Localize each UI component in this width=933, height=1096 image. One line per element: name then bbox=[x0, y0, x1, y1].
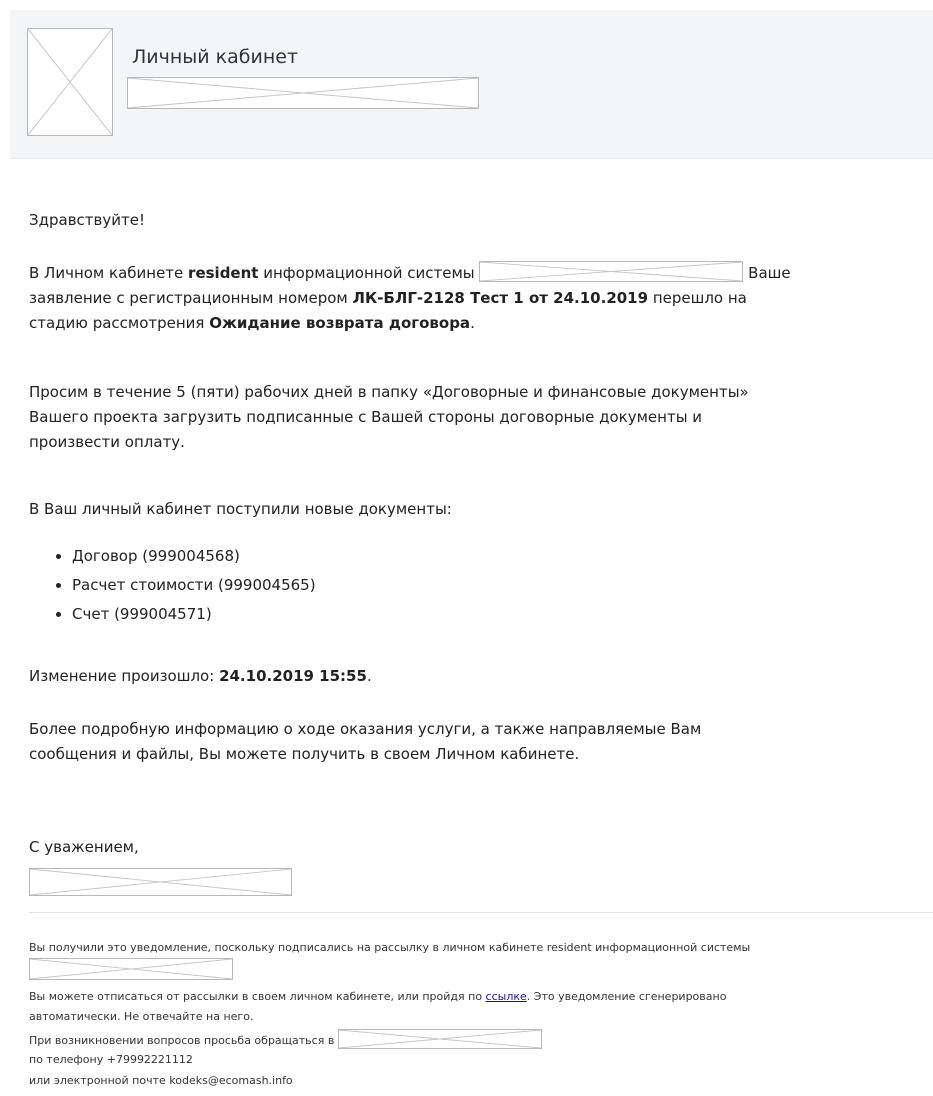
signoff: С уважением, bbox=[29, 838, 139, 856]
signature-image-placeholder bbox=[29, 868, 292, 896]
request-line: произвести оплату. bbox=[29, 433, 185, 451]
status-text: В Личном кабинете bbox=[29, 264, 189, 282]
broken-image-icon bbox=[28, 29, 112, 135]
change-label: Изменение произошло: bbox=[29, 667, 220, 685]
documents-list: Договор (999004568) Расчет стоимости (99… bbox=[29, 542, 316, 629]
list-item: Счет (999004571) bbox=[72, 600, 316, 629]
list-item: Расчет стоимости (999004565) bbox=[72, 571, 316, 600]
header-title: Личный кабинет bbox=[132, 46, 299, 68]
status-text: перешло на bbox=[648, 289, 747, 307]
footer-text: Вы можете отписаться от рассылки в своем… bbox=[29, 990, 486, 1003]
email-header: Личный кабинет bbox=[10, 10, 933, 159]
system-name-image-placeholder bbox=[479, 261, 744, 282]
resident-label: resident bbox=[188, 264, 259, 282]
logo-image-placeholder bbox=[27, 28, 113, 136]
request-line: Вашего проекта загрузить подписанные с В… bbox=[29, 408, 703, 426]
footer-unsubscribe-line: Вы можете отписаться от рассылки в своем… bbox=[29, 987, 726, 1007]
system-name-image-placeholder bbox=[29, 958, 233, 980]
list-item: Договор (999004568) bbox=[72, 542, 316, 571]
status-paragraph: В Личном кабинете resident информационно… bbox=[29, 261, 791, 336]
registration-number: ЛК-БЛГ-2128 Тест 1 от 24.10.2019 bbox=[352, 289, 649, 307]
status-text: стадию рассмотрения bbox=[29, 314, 210, 332]
more-info-line: сообщения и файлы, Вы можете получить в … bbox=[29, 745, 580, 763]
footer-auto-notice: автоматически. Не отвечайте на него. bbox=[29, 1010, 254, 1023]
stage-name: Ожидание возврата договора bbox=[209, 314, 471, 332]
system-name-image-placeholder bbox=[127, 77, 479, 109]
broken-image-icon bbox=[128, 78, 478, 108]
footer-divider bbox=[29, 912, 933, 913]
broken-image-icon bbox=[30, 869, 291, 895]
status-text: информационной системы bbox=[258, 264, 480, 282]
footer-phone: по телефону +79992221112 bbox=[29, 1053, 193, 1066]
footer-email: или электронной почте kodeks@ecomash.inf… bbox=[29, 1074, 293, 1087]
footer-subscription-notice: Вы получили это уведомление, поскольку п… bbox=[29, 941, 751, 954]
more-info-line: Более подробную информацию о ходе оказан… bbox=[29, 720, 702, 738]
documents-intro: В Ваш личный кабинет поступили новые док… bbox=[29, 500, 452, 518]
broken-image-icon bbox=[30, 959, 232, 979]
status-text: заявление с регистрационным номером bbox=[29, 289, 353, 307]
change-info: Изменение произошло: 24.10.2019 15:55. bbox=[29, 664, 372, 689]
status-text: Ваше bbox=[743, 264, 791, 282]
unsubscribe-link[interactable]: ссылке bbox=[486, 990, 527, 1003]
broken-image-icon bbox=[338, 1030, 541, 1048]
change-end: . bbox=[366, 667, 372, 685]
footer-contact-line: При возникновении вопросов просьба обращ… bbox=[29, 1029, 542, 1051]
more-info-paragraph: Более подробную информацию о ходе оказан… bbox=[29, 717, 701, 767]
greeting: Здравствуйте! bbox=[29, 211, 145, 229]
change-datetime: 24.10.2019 15:55 bbox=[219, 667, 367, 685]
footer-text: При возникновении вопросов просьба обращ… bbox=[29, 1034, 338, 1047]
status-text: . bbox=[470, 314, 475, 332]
footer-text: . Это уведомление сгенерировано bbox=[526, 990, 727, 1003]
broken-image-icon bbox=[480, 262, 743, 281]
request-line: Просим в течение 5 (пяти) рабочих дней в… bbox=[29, 383, 749, 401]
organization-image-placeholder bbox=[337, 1029, 542, 1049]
request-paragraph: Просим в течение 5 (пяти) рабочих дней в… bbox=[29, 380, 749, 455]
